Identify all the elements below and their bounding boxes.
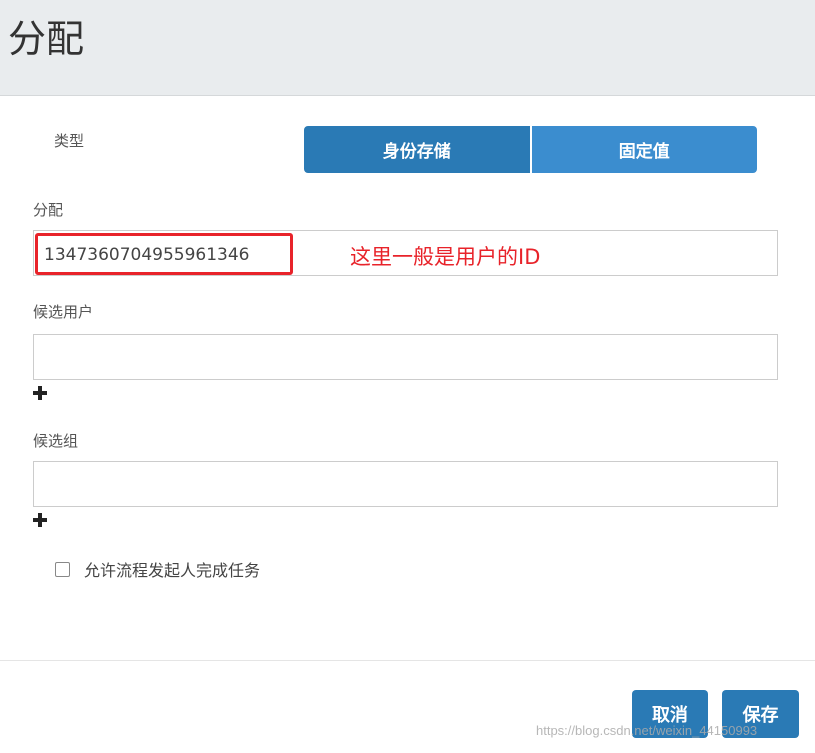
candidate-users-input[interactable] <box>33 334 778 380</box>
candidate-users-label: 候选用户 <box>33 303 94 321</box>
candidate-groups-input[interactable] <box>33 461 778 507</box>
annotation-text: 这里一般是用户的ID <box>350 245 541 269</box>
type-toggle: 身份存储 固定值 <box>304 126 757 173</box>
initiator-checkbox[interactable] <box>55 562 70 577</box>
initiator-checkbox-label: 允许流程发起人完成任务 <box>84 561 261 580</box>
watermark: https://blog.csdn.net/weixin_44150993 <box>536 723 758 738</box>
add-candidate-user-plus-icon[interactable] <box>33 386 47 400</box>
highlight-box <box>35 233 293 275</box>
assignee-label: 分配 <box>33 201 64 219</box>
candidate-groups-label: 候选组 <box>33 432 79 450</box>
type-option-fixed-value[interactable]: 固定值 <box>531 126 757 173</box>
type-label: 类型 <box>54 132 85 150</box>
type-option-identity-store[interactable]: 身份存储 <box>304 126 530 173</box>
add-candidate-group-plus-icon[interactable] <box>33 513 47 527</box>
modal-header: 分配 <box>0 0 815 96</box>
footer-divider <box>0 660 815 661</box>
modal-title: 分配 <box>8 17 85 61</box>
